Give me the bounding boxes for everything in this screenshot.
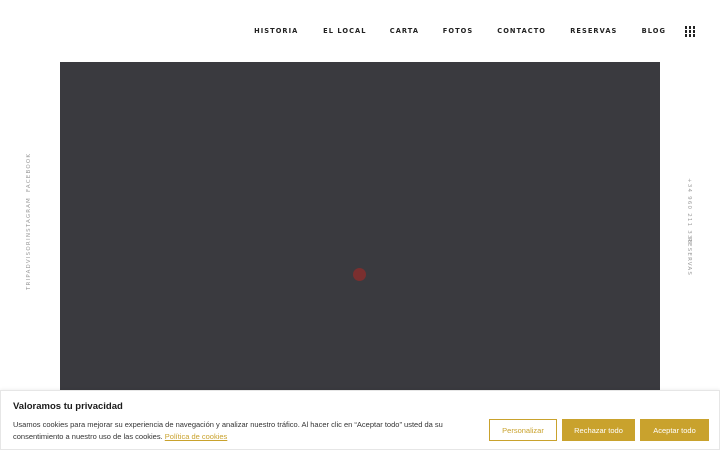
cookie-text: Usamos cookies para mejorar su experienc… (13, 419, 491, 443)
accept-all-button[interactable]: Aceptar todo (640, 419, 709, 441)
nav-blog[interactable]: BLOG (641, 27, 665, 35)
nav-historia[interactable]: HISTORIA (254, 27, 298, 35)
cookie-policy-link[interactable]: Política de cookies (165, 432, 228, 441)
nav-reservas[interactable]: RESERVAS (570, 27, 617, 35)
phone-link[interactable]: +34 960 211 338 (686, 178, 692, 244)
reservas-side-link[interactable]: RESERVAS (686, 238, 692, 276)
tripadvisor-link[interactable]: TRIPADVISOR (26, 240, 32, 290)
nav-fotos[interactable]: FOTOS (443, 27, 473, 35)
cookie-banner: Valoramos tu privacidad Usamos cookies p… (0, 390, 720, 450)
cookie-description: Usamos cookies para mejorar su experienc… (13, 420, 443, 441)
instagram-link[interactable]: INSTAGRAM (26, 197, 32, 240)
customize-button[interactable]: Personalizar (489, 419, 557, 441)
cookie-title: Valoramos tu privacidad (13, 401, 123, 412)
nav-contacto[interactable]: CONTACTO (497, 27, 546, 35)
main-nav: HISTORIA EL LOCAL CARTA FOTOS CONTACTO R… (231, 26, 695, 37)
facebook-link[interactable]: FACEBOOK (26, 153, 32, 192)
loading-indicator (353, 268, 366, 281)
grid-menu-icon[interactable] (684, 26, 695, 37)
reject-all-button[interactable]: Rechazar todo (562, 419, 635, 441)
nav-carta[interactable]: CARTA (390, 27, 419, 35)
nav-el-local[interactable]: EL LOCAL (323, 27, 366, 35)
hero-slider (60, 62, 660, 392)
